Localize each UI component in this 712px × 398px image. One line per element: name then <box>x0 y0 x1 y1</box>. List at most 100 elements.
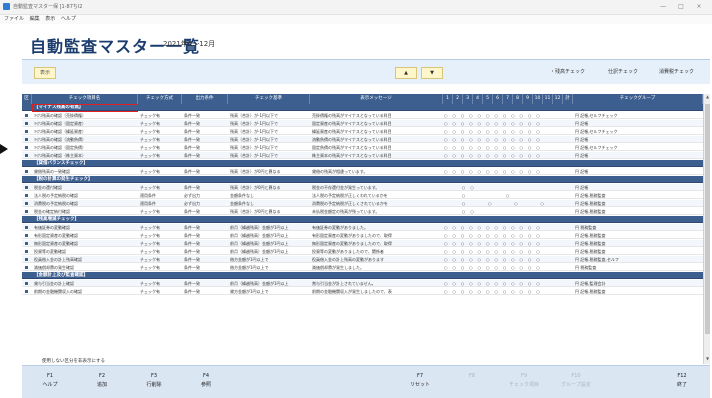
col-header-m4[interactable]: 4 <box>473 94 483 104</box>
table-row[interactable]: ﾏｲﾅｽ残高の確認（固定負債） チェック有 条件一致 残高（合計）が-1円以下で 固定負… <box>22 144 703 151</box>
cell-msg: 消費税の予定納税が正しくされているかを <box>312 201 388 206</box>
journal-check-radio[interactable]: 仕訳チェック <box>608 68 638 75</box>
scroll-up-icon[interactable]: ▲ <box>704 94 710 102</box>
row-marker-icon <box>25 226 28 229</box>
display-button[interactable]: 表示 <box>34 67 56 79</box>
maximize-button[interactable]: □ <box>674 0 688 14</box>
next-button[interactable]: ▼ <box>421 67 443 79</box>
col-header-m11[interactable]: 11 <box>543 94 553 104</box>
cell-months: ○○ <box>444 209 550 214</box>
cell-name: ﾏｲﾅｽ残高の確認（株主資本） <box>34 153 86 158</box>
table-row[interactable]: 有形固定資産の変動確認 チェック有 条件一致 前月（繰越残高）金額が1円以上 有形固定資… <box>22 232 703 239</box>
pointer-arrow-icon <box>0 144 8 154</box>
f4-button[interactable]: F4 参照 <box>182 368 230 396</box>
cell-months: ○○ <box>444 185 550 190</box>
cell-cond: 条件一致 <box>184 185 200 190</box>
table-row[interactable]: 減価償却費の発生確認 チェック有 条件一致 借方金額が1円以上で 減価償却費が発生しまし… <box>22 264 703 271</box>
group-header-row[interactable]: 【残高増減チェック】 <box>22 216 703 223</box>
f7-button[interactable]: F7 リセット <box>396 368 444 396</box>
col-header-name[interactable]: チェック項目名 <box>32 94 138 104</box>
col-header-m10[interactable]: 10 <box>533 94 543 104</box>
cell-method: チェック有 <box>140 129 160 134</box>
table-row[interactable]: ﾏｲﾅｽ残高の確認（固定資産） チェック有 条件一致 残高（合計）が-1円以下で 固定資… <box>22 120 703 127</box>
cell-msg: 固定負債の残高がマイナスとなっている科目 <box>312 145 392 150</box>
f12-key: F12 <box>677 373 687 379</box>
grid-scrollbar[interactable]: ▲ ▼ <box>703 94 710 364</box>
col-header-group[interactable]: チェックグループ <box>573 94 703 104</box>
table-row[interactable]: 前期の金融機関収入の確認 チェック有 条件一致 貸方金額が1円以上で 前期の金融機関収入… <box>22 288 703 295</box>
col-header-m7[interactable]: 7 <box>503 94 513 104</box>
f8-button[interactable]: F8 <box>448 368 496 396</box>
table-row[interactable]: 無形固定資産の変動確認 チェック有 条件一致 前月（繰越残高）金額が1円以上 無形固定資… <box>22 240 703 247</box>
f12-button[interactable]: F12 終了 <box>658 368 706 396</box>
f3-button[interactable]: F3 行削除 <box>130 368 178 396</box>
table-row[interactable]: ﾏｲﾅｽ残高の確認（株主資本） チェック有 条件一致 残高（合計）が-1円以下で 株主資… <box>22 152 703 159</box>
table-row[interactable]: 消費税の予定納税の確認 適用条件 必ず出力 金額条件なし 消費税の予定納税が正しくされて… <box>22 200 703 207</box>
group-header-row[interactable]: 【貸借バランスチェック】 <box>22 160 703 167</box>
f10-button[interactable]: F10 グループ設定 <box>552 368 600 396</box>
cell-name: ﾏｲﾅｽ残高の確認（固定資産） <box>34 121 86 126</box>
cell-months: ○○○○○○○○○○○○ <box>444 249 545 254</box>
col-header-message[interactable]: 表示メッセージ <box>310 94 443 104</box>
tax-check-radio[interactable]: 消費税チェック <box>659 68 694 75</box>
cell-base: 前月（繰越残高）金額が1円以上 <box>230 233 289 238</box>
table-row[interactable]: 有価証券の変動確認 チェック有 条件一致 前月（繰越残高）金額が1円以上 有価証券の変動… <box>22 224 703 231</box>
col-header-m1[interactable]: 1 <box>443 94 453 104</box>
table-row[interactable]: 法人税の予定納税の確認 適用条件 必ず出力 金額条件なし 法人税の予定納税が正しくわれて… <box>22 192 703 199</box>
col-header-cond[interactable]: 出力条件 <box>182 94 228 104</box>
col-header-m2[interactable]: 2 <box>453 94 463 104</box>
col-header-m6[interactable]: 6 <box>493 94 503 104</box>
col-header-method[interactable]: チェック方式 <box>138 94 182 104</box>
cell-months: ○ ○ <box>444 193 550 198</box>
table-row[interactable]: 役員借入金の計上残高確認 チェック有 条件一致 借方金額が1円以上で 役員借入金の計上残… <box>22 256 703 263</box>
table-row[interactable]: 税金の確定納付確認 チェック有 条件一致 残高（合計）が0円と異なる 未払税金額定の残高… <box>22 208 703 215</box>
col-header-base[interactable]: チェック基準 <box>228 94 310 104</box>
col-header-m3[interactable]: 3 <box>463 94 473 104</box>
cell-method: チェック有 <box>140 145 160 150</box>
table-row[interactable]: 貸与引当金の計上確認 チェック有 条件一致 前月（繰越残高）金額が1円以上 賞与引当金が… <box>22 280 703 287</box>
col-header-m12[interactable]: 12 <box>553 94 563 104</box>
f7-label: リセット <box>409 382 430 388</box>
cell-msg: 税金の不存還付金が発生っています。 <box>312 185 380 190</box>
cell-months: ○○○○○○○○○○○○ <box>444 281 545 286</box>
balance-check-radio[interactable]: ・残高チェック <box>550 68 585 75</box>
cell-msg: 役員借入金の計上残高の変動があります <box>312 257 384 262</box>
f1-key: F1 <box>46 373 54 379</box>
row-marker-icon <box>25 122 28 125</box>
table-row[interactable]: ﾏｲﾅｽ残高の確認（流動負債） チェック有 条件一致 残高（合計）が-1円以下で 流動負… <box>22 136 703 143</box>
menu-file[interactable]: ファイル <box>4 16 24 22</box>
menu-edit[interactable]: 編集 <box>30 16 40 22</box>
status-option[interactable]: 使用しない区分を非表示にする <box>22 358 710 364</box>
f10-label: グループ設定 <box>561 382 591 388</box>
table-row[interactable]: 税金の還付確認 チェック有 条件一致 残高（合計）が0円と異なる 税金の不存還付金が発生… <box>22 184 703 191</box>
f9-button[interactable]: F9 チェック項目 <box>500 368 548 396</box>
cell-msg: 有形固定資産の変動がありましたので、取得 <box>312 233 392 238</box>
menu-help[interactable]: ヘルプ <box>61 16 76 22</box>
menu-view[interactable]: 表示 <box>45 16 55 22</box>
group-header-row[interactable]: 【マイナス残高の有無】 <box>22 104 703 111</box>
table-row[interactable]: 投資等の変動確認 チェック有 条件一致 前月（繰越残高）金額が1円以上 投資等の変動があ… <box>22 248 703 255</box>
col-header-m8[interactable]: 8 <box>513 94 523 104</box>
cell-group: 円 記帳,税務監査 <box>575 289 606 294</box>
group-header-row[interactable]: 【税の計算の発生チェック】 <box>22 176 703 183</box>
close-button[interactable]: × <box>692 0 706 14</box>
group-header-row[interactable]: 【金額計上及び監査確認】 <box>22 272 703 279</box>
prev-button[interactable]: ▲ <box>395 67 417 79</box>
col-header-m5[interactable]: 5 <box>483 94 493 104</box>
scroll-thumb[interactable] <box>705 104 710 334</box>
f2-button[interactable]: F2 追加 <box>78 368 126 396</box>
col-header-total[interactable]: 計 <box>563 94 573 104</box>
minimize-button[interactable]: — <box>656 0 670 14</box>
col-header-m9[interactable]: 9 <box>523 94 533 104</box>
cell-cond: 条件一致 <box>184 121 200 126</box>
cell-method: チェック有 <box>140 121 160 126</box>
row-marker-icon <box>25 138 28 141</box>
cell-name: ﾏｲﾅｽ残高の確認（繰延資産） <box>34 129 86 134</box>
table-row[interactable]: ﾏｲﾅｽ残高の確認（売掛債権） チェック有 条件一致 残高（合計）が-1円以下で 売掛債… <box>22 112 703 119</box>
function-key-bar: F1 ヘルプ F2 追加 F3 行削除 F4 参照 F7 リセット F8 F9 … <box>22 365 710 398</box>
title-bar: 自動監査マスター保 [1-87ちl2 — □ × <box>0 0 712 15</box>
table-row[interactable]: ﾏｲﾅｽ残高の確認（繰延資産） チェック有 条件一致 残高（合計）が-1円以下で 繰延資… <box>22 128 703 135</box>
f1-button[interactable]: F1 ヘルプ <box>26 368 74 396</box>
table-row[interactable]: 貸借残高の一致確認 チェック有 条件一致 残高（合計）が0円と異なる 貸借の残高が相違っ… <box>22 168 703 175</box>
col-header-kubun[interactable]: 区 <box>22 94 32 104</box>
